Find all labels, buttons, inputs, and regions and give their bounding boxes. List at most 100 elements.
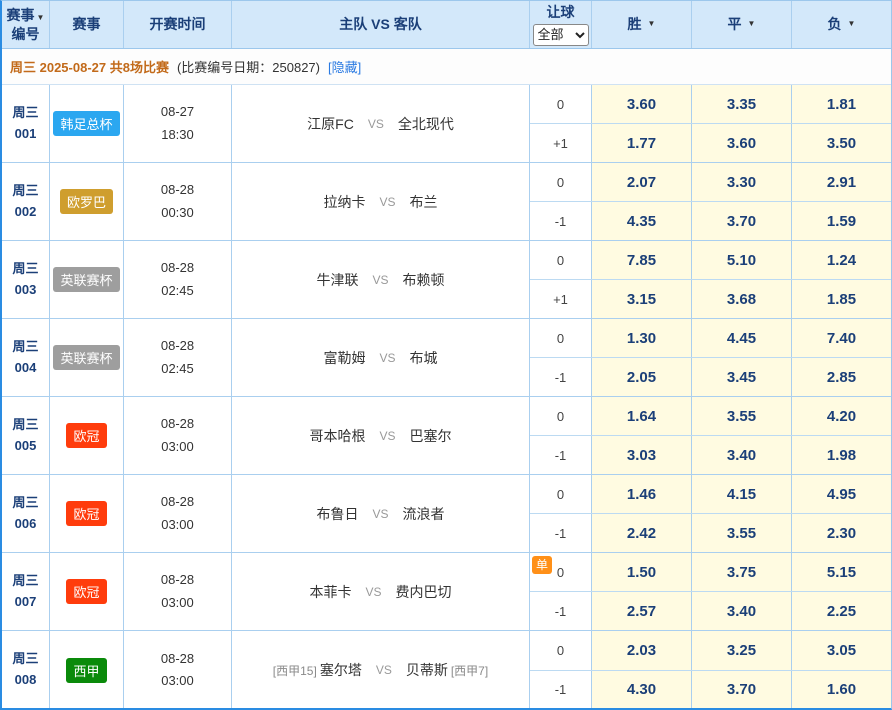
sort-down-icon: ▼ <box>848 19 856 30</box>
odds-lose[interactable]: 2.91 <box>792 163 891 201</box>
odds-win[interactable]: 2.07 <box>592 163 692 201</box>
odds-win[interactable]: 2.42 <box>592 514 692 552</box>
odds-lose[interactable]: 3.50 <box>792 124 891 162</box>
odds-lose[interactable]: 4.95 <box>792 475 891 513</box>
header-match-no[interactable]: 赛事▼ 编号 <box>2 1 50 48</box>
odds-lose[interactable]: 1.60 <box>792 671 891 710</box>
league-badge[interactable]: 欧罗巴 <box>60 189 113 214</box>
home-team: 哥本哈根 <box>309 426 365 446</box>
match-day: 周三 <box>12 259 38 280</box>
odds-lose[interactable]: 7.40 <box>792 319 891 357</box>
odds-win[interactable]: 1.77 <box>592 124 692 162</box>
match-teams[interactable]: [西甲15] 塞尔塔 VS 贝蒂斯 [西甲7] <box>232 631 530 709</box>
odds-win[interactable]: 1.46 <box>592 475 692 513</box>
odds-win[interactable]: 3.60 <box>592 85 692 123</box>
odds-lose[interactable]: 1.24 <box>792 241 891 279</box>
match-time-cell: 08-28 03:00 <box>124 631 232 709</box>
away-team: 巴塞尔 <box>410 426 452 446</box>
handicap-cell: -1 <box>530 592 592 630</box>
header-lose[interactable]: 负 ▼ <box>792 1 891 48</box>
match-teams[interactable]: 江原FC VS 全北现代 <box>232 85 530 162</box>
odds-win[interactable]: 4.30 <box>592 671 692 710</box>
odds-draw[interactable]: 3.70 <box>692 202 792 240</box>
odds-win[interactable]: 7.85 <box>592 241 692 279</box>
odds-draw[interactable]: 3.75 <box>692 553 792 591</box>
odds-draw[interactable]: 3.55 <box>692 397 792 435</box>
league-badge[interactable]: 韩足总杯 <box>53 111 119 136</box>
odds-win[interactable]: 1.30 <box>592 319 692 357</box>
odds-draw[interactable]: 3.35 <box>692 85 792 123</box>
odds-win[interactable]: 3.03 <box>592 436 692 474</box>
odds-lose[interactable]: 2.85 <box>792 358 891 396</box>
odds-lose[interactable]: 1.59 <box>792 202 891 240</box>
vs-label: VS <box>379 351 395 365</box>
odds-lose[interactable]: 2.25 <box>792 592 891 630</box>
odds-win[interactable]: 2.05 <box>592 358 692 396</box>
match-day: 周三 <box>12 493 38 514</box>
odds-draw[interactable]: 3.45 <box>692 358 792 396</box>
handicap-value: 0 <box>557 331 564 346</box>
odds-draw[interactable]: 3.30 <box>692 163 792 201</box>
match-id: 周三 004 <box>2 319 50 396</box>
odds-draw[interactable]: 3.55 <box>692 514 792 552</box>
odds-win[interactable]: 1.50 <box>592 553 692 591</box>
odds-block: 单 0 1.50 3.75 5.15 -1 2.57 3.40 2.25 <box>530 553 891 630</box>
odds-lose[interactable]: 1.81 <box>792 85 891 123</box>
match-teams[interactable]: 哥本哈根 VS 巴塞尔 <box>232 397 530 474</box>
odds-draw[interactable]: 4.15 <box>692 475 792 513</box>
odds-draw[interactable]: 3.40 <box>692 436 792 474</box>
league-badge[interactable]: 欧冠 <box>66 501 106 526</box>
odds-row: +1 3.15 3.68 1.85 <box>530 280 891 318</box>
match-id: 周三 006 <box>2 475 50 552</box>
match-teams[interactable]: 牛津联 VS 布赖顿 <box>232 241 530 318</box>
handicap-cell: 0 <box>530 475 592 513</box>
odds-win[interactable]: 2.03 <box>592 631 692 670</box>
match-teams[interactable]: 富勒姆 VS 布城 <box>232 319 530 396</box>
match-time-cell: 08-28 02:45 <box>124 241 232 318</box>
hide-link[interactable]: [隐藏] <box>328 57 361 76</box>
handicap-cell: -1 <box>530 358 592 396</box>
odds-win[interactable]: 3.15 <box>592 280 692 318</box>
match-teams[interactable]: 拉纳卡 VS 布兰 <box>232 163 530 240</box>
league-badge[interactable]: 西甲 <box>66 658 106 683</box>
odds-lose[interactable]: 3.05 <box>792 631 891 670</box>
match-id: 周三 008 <box>2 631 50 709</box>
match-time: 18:30 <box>161 124 194 146</box>
odds-lose[interactable]: 5.15 <box>792 553 891 591</box>
match-time-cell: 08-28 03:00 <box>124 553 232 630</box>
match-time: 03:00 <box>161 514 194 536</box>
odds-lose[interactable]: 2.30 <box>792 514 891 552</box>
odds-draw[interactable]: 4.45 <box>692 319 792 357</box>
away-team: 费内巴切 <box>396 582 452 602</box>
league-badge[interactable]: 英联赛杯 <box>53 345 119 370</box>
odds-block: 0 1.30 4.45 7.40 -1 2.05 3.45 2.85 <box>530 319 891 396</box>
odds-lose[interactable]: 1.98 <box>792 436 891 474</box>
odds-win[interactable]: 2.57 <box>592 592 692 630</box>
handicap-filter-select[interactable]: 全部 <box>533 24 589 46</box>
handicap-cell: 0 <box>530 241 592 279</box>
odds-win[interactable]: 1.64 <box>592 397 692 435</box>
league-cell: 欧冠 <box>50 553 124 630</box>
odds-lose[interactable]: 1.85 <box>792 280 891 318</box>
match-row: 周三 004 英联赛杯 08-28 02:45 富勒姆 VS 布城 0 1.30… <box>2 319 891 397</box>
odds-draw[interactable]: 3.40 <box>692 592 792 630</box>
match-number: 001 <box>15 124 37 145</box>
league-badge[interactable]: 欧冠 <box>66 423 106 448</box>
home-team: 牛津联 <box>316 270 358 290</box>
league-badge[interactable]: 欧冠 <box>66 579 106 604</box>
match-teams[interactable]: 本菲卡 VS 费内巴切 <box>232 553 530 630</box>
match-row: 周三 003 英联赛杯 08-28 02:45 牛津联 VS 布赖顿 0 7.8… <box>2 241 891 319</box>
match-teams[interactable]: 布鲁日 VS 流浪者 <box>232 475 530 552</box>
odds-draw[interactable]: 5.10 <box>692 241 792 279</box>
odds-draw[interactable]: 3.70 <box>692 671 792 710</box>
match-day: 周三 <box>12 571 38 592</box>
league-badge[interactable]: 英联赛杯 <box>53 267 119 292</box>
match-date: 08-27 <box>161 101 194 123</box>
odds-win[interactable]: 4.35 <box>592 202 692 240</box>
header-draw[interactable]: 平 ▼ <box>692 1 792 48</box>
odds-draw[interactable]: 3.25 <box>692 631 792 670</box>
odds-lose[interactable]: 4.20 <box>792 397 891 435</box>
header-win[interactable]: 胜 ▼ <box>592 1 692 48</box>
odds-draw[interactable]: 3.60 <box>692 124 792 162</box>
odds-draw[interactable]: 3.68 <box>692 280 792 318</box>
